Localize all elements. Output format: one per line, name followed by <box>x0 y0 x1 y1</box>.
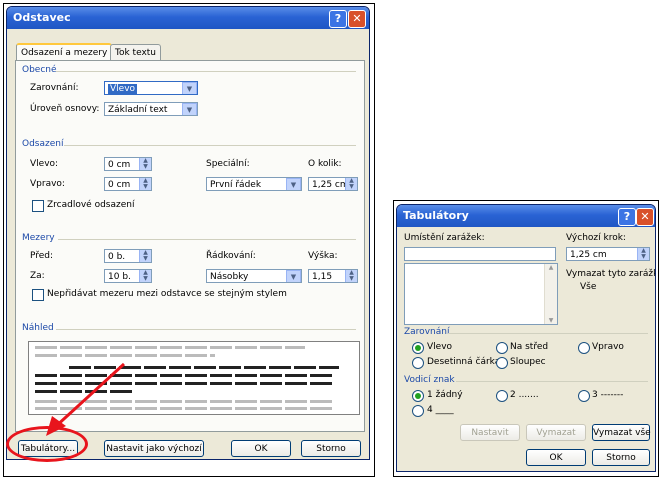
radkovani-select[interactable]: Násobky ▼ <box>206 269 302 283</box>
specialni-select[interactable]: První řádek ▼ <box>206 177 302 191</box>
tabulatory-dialog: Tabulátory ? ✕ Umístění zarážek: ▲ ▼ Výc… <box>396 204 656 472</box>
group-zarovnani: Zarovnání <box>404 327 450 337</box>
storno-button[interactable]: Storno <box>592 449 650 466</box>
group-nahled: Náhled <box>22 323 54 333</box>
close-icon[interactable]: ✕ <box>636 208 654 226</box>
za-spinner[interactable]: 10 b. ▲ ▼ <box>104 269 152 283</box>
help-icon[interactable]: ? <box>618 208 636 226</box>
zarovnani-label: Zarovnání: <box>30 83 79 93</box>
scroll-down-icon[interactable]: ▼ <box>545 317 557 324</box>
zrcadlove-label: Zrcadlové odsazení <box>47 200 135 210</box>
group-odsazeni: Odsazení <box>22 139 64 149</box>
tab-tok-textu[interactable]: Tok textu <box>110 44 162 61</box>
specialni-label: Speciální: <box>206 159 250 169</box>
vymazat-tyto-value: Vše <box>580 282 597 292</box>
vlevo-label: Vlevo: <box>30 159 59 169</box>
group-obecne: Obecné <box>22 65 57 75</box>
zrcadlove-checkbox[interactable] <box>32 200 44 212</box>
ok-button[interactable]: OK <box>526 449 586 466</box>
vymazat-vse-button[interactable]: Vymazat vše <box>592 424 651 441</box>
chevron-down-icon[interactable]: ▼ <box>182 103 197 115</box>
vychozi-krok-label: Výchozí krok: <box>566 233 626 243</box>
spin-arrows-icon[interactable]: ▲ ▼ <box>139 270 151 282</box>
tabulatory-dialog-titlebar[interactable]: Tabulátory ? ✕ <box>397 205 655 227</box>
nastavit-button[interactable]: Nastavit <box>460 424 520 441</box>
radio-podtrzitko-label: 4 ____ <box>427 405 454 415</box>
radkovani-label: Řádkování: <box>206 251 256 261</box>
radio-desetinna-carka[interactable] <box>412 357 424 369</box>
scroll-up-icon[interactable]: ▲ <box>545 264 557 271</box>
nepridavat-checkbox[interactable] <box>32 289 44 301</box>
radio-vlevo-label: Vlevo <box>427 342 453 352</box>
spin-arrows-icon[interactable]: ▲ ▼ <box>139 250 151 262</box>
radio-na-stred[interactable] <box>496 342 508 354</box>
spin-arrows-icon[interactable]: ▲ ▼ <box>139 178 151 190</box>
radio-zadny-label: 1 žádný <box>427 390 463 400</box>
radio-carky-label: 3 ------- <box>592 390 624 400</box>
radio-vlevo[interactable] <box>412 342 424 354</box>
uroven-osnovy-label: Úroveň osnovy: <box>30 104 100 114</box>
vyska-label: Výška: <box>308 251 338 261</box>
storno-button[interactable]: Storno <box>301 440 361 457</box>
chevron-down-icon[interactable]: ▼ <box>286 270 301 282</box>
radio-podtrzitko[interactable] <box>412 405 424 417</box>
radio-vpravo[interactable] <box>578 342 590 354</box>
umisteni-zarazek-input[interactable] <box>404 247 556 261</box>
nastavit-jako-vychozi-button[interactable]: Nastavit jako výchozí <box>104 440 204 457</box>
nepridavat-label: Nepřidávat mezeru mezi odstavce se stejn… <box>47 289 287 299</box>
o-kolik-spinner[interactable]: 1,25 cm ▲ ▼ <box>308 177 358 191</box>
vpravo-spinner[interactable]: 0 cm ▲ ▼ <box>104 177 152 191</box>
radio-sloupec[interactable] <box>496 357 508 369</box>
uroven-osnovy-select[interactable]: Základní text ▼ <box>104 102 198 116</box>
paragraph-dialog-titlebar[interactable]: Odstavec ? ✕ <box>7 7 369 29</box>
list-scrollbar[interactable]: ▲ ▼ <box>544 264 557 324</box>
spin-arrows-icon[interactable]: ▲ ▼ <box>139 158 151 170</box>
radio-tecky[interactable] <box>496 390 508 402</box>
dialog-title: Odstavec <box>13 11 71 24</box>
vymazat-tyto-label: Vymazat tyto zarážky: <box>566 269 656 279</box>
close-icon[interactable]: ✕ <box>348 10 366 28</box>
vpravo-label: Vpravo: <box>30 179 65 189</box>
radio-sloupec-label: Sloupec <box>510 357 546 367</box>
spin-arrows-icon[interactable]: ▲ ▼ <box>637 248 649 260</box>
group-vodici-znak: Vodicí znak <box>404 375 455 385</box>
ok-button[interactable]: OK <box>231 440 291 457</box>
spin-arrows-icon[interactable]: ▲ ▼ <box>345 178 357 190</box>
pred-label: Před: <box>30 251 54 261</box>
vymazat-button[interactable]: Vymazat <box>526 424 586 441</box>
radio-tecky-label: 2 ....... <box>510 390 539 400</box>
help-icon[interactable]: ? <box>329 10 347 28</box>
dialog-title: Tabulátory <box>403 209 469 222</box>
zarovnani-select[interactable]: Vlevo ▼ <box>104 81 198 95</box>
vychozi-krok-spinner[interactable]: 1,25 cm ▲ ▼ <box>566 247 650 261</box>
o-kolik-label: O kolik: <box>308 159 342 169</box>
vyska-spinner[interactable]: 1,15 ▲ ▼ <box>308 269 358 283</box>
group-mezery: Mezery <box>22 233 55 243</box>
pred-spinner[interactable]: 0 b. ▲ ▼ <box>104 249 152 263</box>
radio-desetinna-carka-label: Desetinná čárka <box>427 357 501 367</box>
dialog-body: Umístění zarážek: ▲ ▼ Výchozí krok: 1,25… <box>400 227 655 468</box>
zarazky-list[interactable]: ▲ ▼ <box>404 263 558 325</box>
radio-vpravo-label: Vpravo <box>592 342 624 352</box>
annotation-arrow <box>46 362 126 436</box>
chevron-down-icon[interactable]: ▼ <box>182 82 197 94</box>
radio-na-stred-label: Na střed <box>510 342 549 352</box>
za-label: Za: <box>30 271 45 281</box>
radio-carky[interactable] <box>578 390 590 402</box>
chevron-down-icon[interactable]: ▼ <box>286 178 301 190</box>
vlevo-spinner[interactable]: 0 cm ▲ ▼ <box>104 157 152 171</box>
spin-arrows-icon[interactable]: ▲ ▼ <box>345 270 357 282</box>
radio-zadny[interactable] <box>412 390 424 402</box>
umisteni-zarazek-label: Umístění zarážek: <box>404 233 485 243</box>
